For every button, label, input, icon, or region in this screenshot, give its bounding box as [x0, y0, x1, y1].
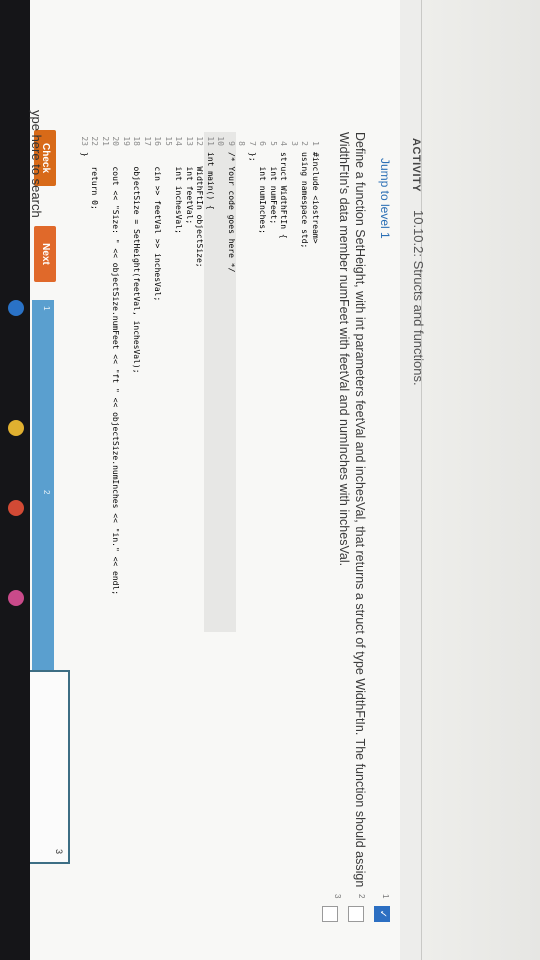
answer-box[interactable]: 3: [26, 670, 70, 864]
line-number: 1: [311, 141, 320, 146]
code-text: WidthFtIn objectSize;: [195, 152, 205, 268]
code-text: int inchesVal;: [174, 152, 184, 234]
code-text: };: [248, 152, 257, 162]
line-number: 4: [279, 141, 289, 146]
code-line[interactable]: 20 cout << "Size: " << objectSize.numFee…: [110, 132, 121, 632]
code-line[interactable]: 4 struct WidthFtIn {: [278, 132, 289, 632]
line-number: 17: [143, 136, 152, 146]
line-number: 22: [90, 136, 100, 146]
level-number: 1: [381, 894, 390, 899]
code-line[interactable]: 8: [236, 132, 247, 632]
code-line[interactable]: 3: [289, 132, 299, 632]
code-text: objectSize = SetHeight(feetVal, inchesVa…: [132, 152, 142, 374]
activity-label: ACTIVITY: [410, 138, 422, 193]
line-number: 21: [101, 136, 110, 146]
code-text: int numInches;: [258, 152, 268, 234]
code-line[interactable]: 19: [121, 132, 131, 632]
line-number: 23: [80, 136, 89, 146]
code-text: #include <iostream>: [311, 152, 320, 244]
code-text: using namespace std;: [300, 152, 310, 249]
code-line[interactable]: 22 return 0;: [89, 132, 100, 632]
line-number: 13: [185, 136, 194, 146]
code-text: cout << "Size: " << objectSize.numFeet <…: [111, 152, 121, 596]
taskbar-search-text[interactable]: ype here to search: [29, 110, 44, 218]
code-line[interactable]: 16 cin >> feetVal >> inchesVal;: [152, 132, 163, 632]
level-number: 3: [333, 894, 342, 899]
line-number: 11: [206, 136, 215, 146]
code-text: /* Your code goes here */: [227, 152, 236, 273]
code-line[interactable]: 17: [142, 132, 152, 632]
code-line[interactable]: 2 using namespace std;: [299, 132, 310, 632]
code-line[interactable]: 21: [100, 132, 110, 632]
windows-taskbar: ype here to search: [0, 0, 44, 960]
code-text: int numFeet;: [269, 152, 278, 225]
line-number: 5: [269, 141, 278, 146]
code-text: int main() {: [206, 152, 215, 210]
code-line[interactable]: 18 objectSize = SetHeight(feetVal, inche…: [131, 132, 142, 632]
progress-segment-label: 1: [42, 306, 51, 311]
line-number: 10: [216, 136, 226, 146]
line-number: 8: [237, 141, 247, 146]
jump-to-level-link[interactable]: Jump to level 1: [378, 158, 392, 239]
line-number: 9: [227, 141, 236, 146]
problem-prompt: Define a function SetHeight, with int pa…: [337, 132, 367, 888]
level-3-checkbox[interactable]: [322, 906, 338, 922]
level-checkboxes: ✓: [312, 906, 390, 936]
next-button[interactable]: Next: [34, 226, 56, 282]
code-line[interactable]: 11 int main() {: [204, 132, 215, 632]
level-number: 2: [357, 894, 366, 899]
level-progress-bar: 1 2: [32, 300, 54, 670]
line-number: 2: [300, 141, 310, 146]
line-number: 6: [258, 141, 268, 146]
code-line[interactable]: 9 /* Your code goes here */: [225, 132, 236, 632]
code-line[interactable]: 5 int numFeet;: [268, 132, 278, 632]
code-line[interactable]: 7};: [247, 132, 257, 632]
line-number: 18: [132, 136, 142, 146]
code-text: cin >> feetVal >> inchesVal;: [153, 152, 163, 302]
activity-content: Jump to level 1 Define a function SetHei…: [0, 0, 400, 960]
code-line[interactable]: 13 int feetVal;: [184, 132, 194, 632]
browser-screen: ACTIVITY 10.10.2: Structs and functions.…: [0, 0, 540, 960]
section-title: 10.10.2: Structs and functions.: [411, 210, 426, 386]
line-number: 3: [290, 141, 299, 146]
line-number: 12: [195, 136, 205, 146]
code-text: }: [80, 152, 89, 157]
line-number: 16: [153, 136, 163, 146]
code-line[interactable]: 10: [215, 132, 226, 632]
answer-value: 3: [54, 848, 64, 854]
code-line[interactable]: 14 int inchesVal;: [173, 132, 184, 632]
code-text: int feetVal;: [185, 152, 194, 225]
progress-segment-label: 2: [42, 490, 51, 495]
code-editor[interactable]: 1 #include <iostream> 2 using namespace std…: [80, 132, 320, 632]
line-number: 15: [164, 136, 173, 146]
code-line[interactable]: 12 WidthFtIn objectSize;: [194, 132, 205, 632]
code-text: return 0;: [90, 152, 100, 210]
app-icon[interactable]: [8, 590, 24, 606]
level-2-checkbox[interactable]: [348, 906, 364, 922]
line-number: 20: [111, 136, 121, 146]
code-line[interactable]: 1 #include <iostream>: [310, 132, 320, 632]
code-line[interactable]: 23}: [79, 132, 89, 632]
chrome-icon[interactable]: [8, 420, 24, 436]
code-line[interactable]: 6 int numInches;: [257, 132, 268, 632]
code-text: struct WidthFtIn {: [279, 152, 289, 239]
code-line[interactable]: 15: [163, 132, 173, 632]
level-1-checkbox[interactable]: ✓: [374, 906, 390, 922]
line-number: 19: [122, 136, 131, 146]
line-number: 14: [174, 136, 184, 146]
edge-icon[interactable]: [8, 300, 24, 316]
app-icon[interactable]: [8, 500, 24, 516]
browser-top-area: [422, 0, 540, 960]
line-number: 7: [248, 141, 257, 146]
